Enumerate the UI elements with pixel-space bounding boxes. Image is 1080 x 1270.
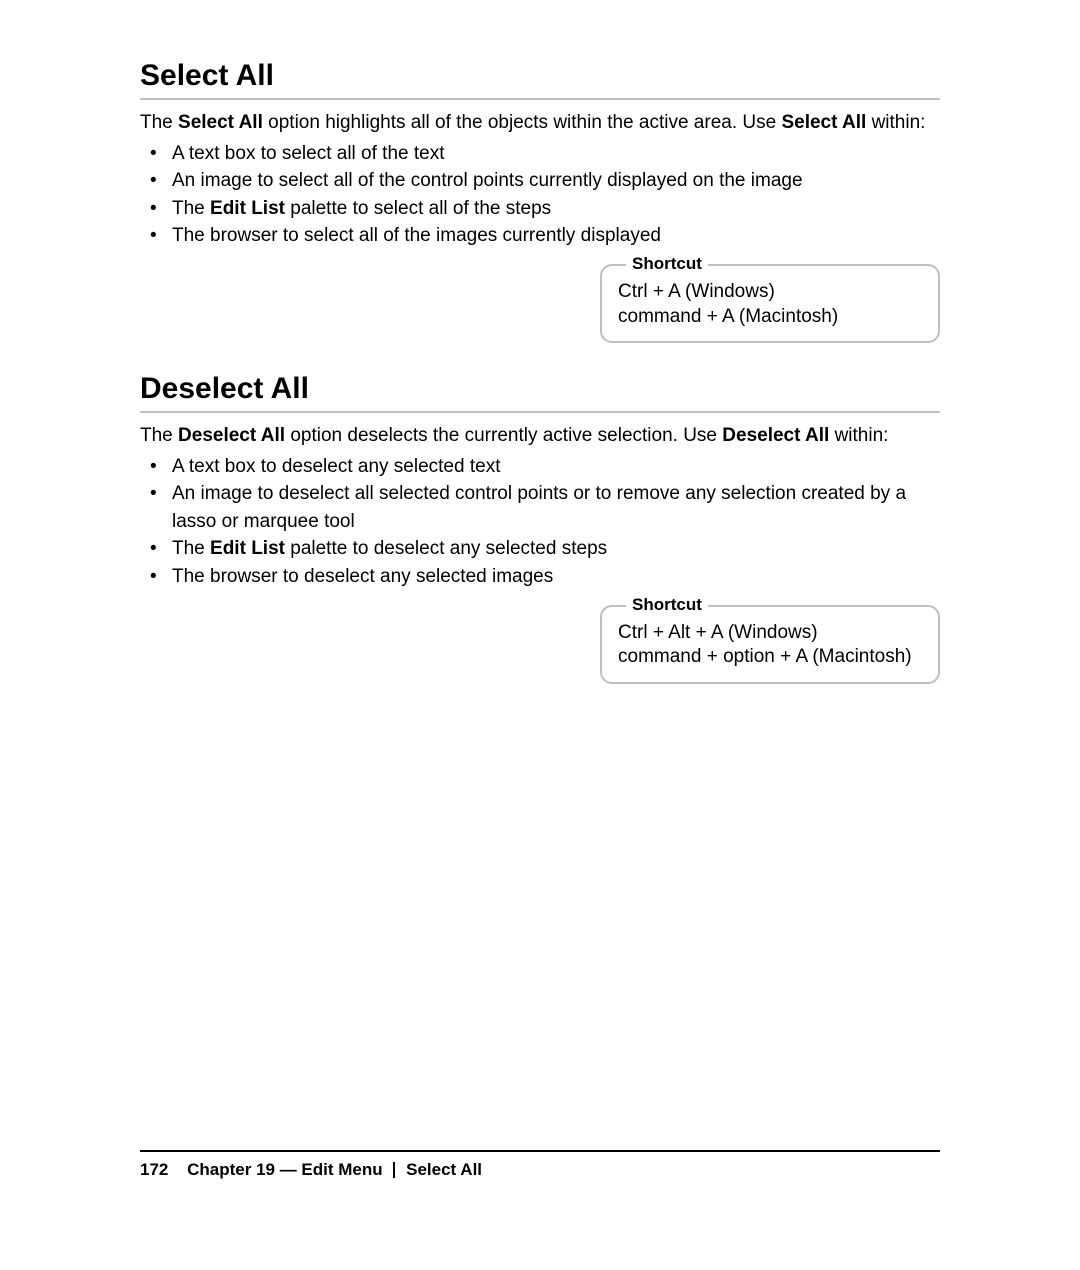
list-item: The browser to deselect any selected ima… bbox=[164, 563, 940, 591]
section-heading-deselect-all: Deselect All bbox=[140, 371, 940, 407]
footer-text: 172 Chapter 19 — Edit Menu Select All bbox=[140, 1160, 940, 1180]
footer-topic: Select All bbox=[406, 1160, 482, 1179]
page-number: 172 bbox=[140, 1160, 168, 1179]
shortcut-line-macintosh: command + option + A (Macintosh) bbox=[618, 645, 922, 670]
page-footer: 172 Chapter 19 — Edit Menu Select All bbox=[140, 1150, 940, 1180]
shortcut-line-macintosh: command + A (Macintosh) bbox=[618, 305, 922, 330]
footer-divider bbox=[393, 1162, 395, 1178]
shortcut-label: Shortcut bbox=[626, 595, 708, 615]
footer-chapter: Chapter 19 — Edit Menu bbox=[187, 1160, 383, 1179]
list-item: A text box to select all of the text bbox=[164, 140, 940, 168]
section-heading-select-all: Select All bbox=[140, 58, 940, 94]
shortcut-label: Shortcut bbox=[626, 254, 708, 274]
shortcut-box-deselect-all: Shortcut Ctrl + Alt + A (Windows) comman… bbox=[600, 605, 940, 684]
list-item: An image to select all of the control po… bbox=[164, 167, 940, 195]
list-item: An image to deselect all selected contro… bbox=[164, 480, 940, 535]
bullet-list-select-all: A text box to select all of the text An … bbox=[140, 140, 940, 250]
page: Select All The Select All option highlig… bbox=[0, 0, 1080, 1270]
list-item: The Edit List palette to deselect any se… bbox=[164, 535, 940, 563]
shortcut-row: Shortcut Ctrl + A (Windows) command + A … bbox=[140, 264, 940, 343]
shortcut-row: Shortcut Ctrl + Alt + A (Windows) comman… bbox=[140, 605, 940, 684]
list-item: The Edit List palette to select all of t… bbox=[164, 195, 940, 223]
intro-select-all: The Select All option highlights all of … bbox=[140, 110, 940, 136]
shortcut-line-windows: Ctrl + A (Windows) bbox=[618, 280, 922, 305]
bullet-list-deselect-all: A text box to deselect any selected text… bbox=[140, 453, 940, 591]
shortcut-line-windows: Ctrl + Alt + A (Windows) bbox=[618, 621, 922, 646]
list-item: The browser to select all of the images … bbox=[164, 222, 940, 250]
intro-deselect-all: The Deselect All option deselects the cu… bbox=[140, 423, 940, 449]
footer-rule bbox=[140, 1150, 940, 1152]
shortcut-box-select-all: Shortcut Ctrl + A (Windows) command + A … bbox=[600, 264, 940, 343]
list-item: A text box to deselect any selected text bbox=[164, 453, 940, 481]
section-rule bbox=[140, 98, 940, 100]
section-rule bbox=[140, 411, 940, 413]
